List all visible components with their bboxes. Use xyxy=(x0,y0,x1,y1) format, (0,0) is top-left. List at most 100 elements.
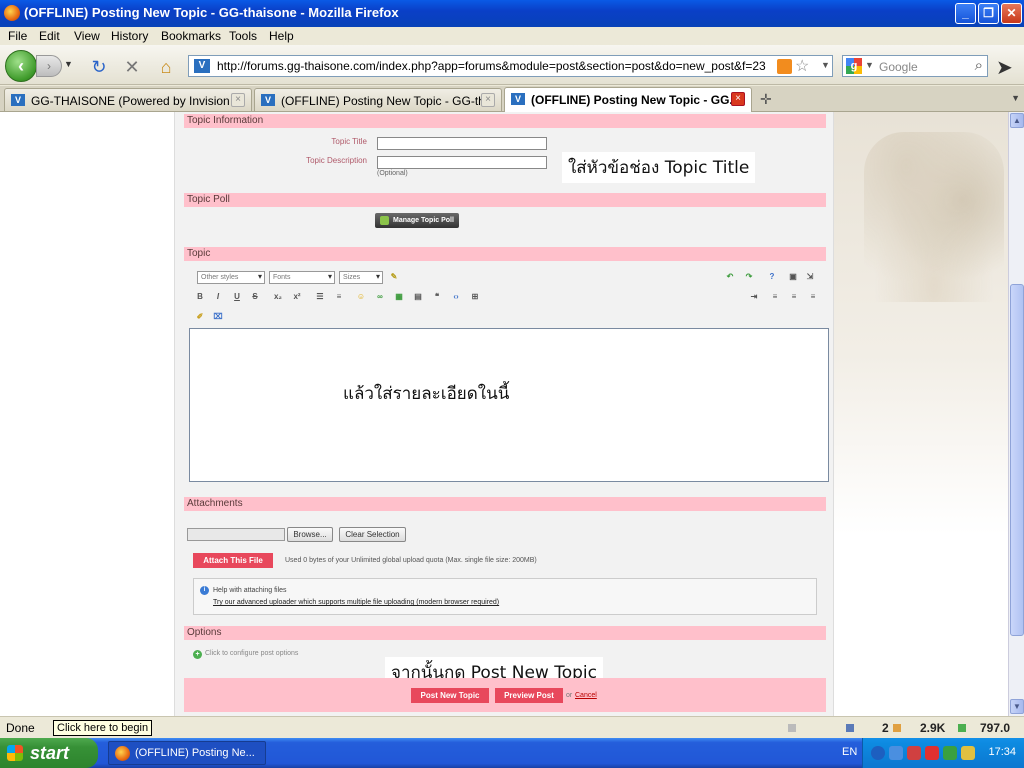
bullet-list-icon[interactable]: ☰ xyxy=(313,290,327,304)
scroll-thumb[interactable] xyxy=(1010,284,1024,636)
tab-close-icon[interactable]: × xyxy=(231,93,245,107)
emoticon-icon[interactable]: ☺ xyxy=(354,290,368,304)
tab-gg-thaisone[interactable]: V GG-THAISONE (Powered by Invision Po...… xyxy=(4,88,252,111)
tray-user-icon[interactable] xyxy=(889,746,903,760)
network-icon[interactable] xyxy=(846,724,854,732)
italic-icon[interactable]: I xyxy=(211,290,225,304)
menu-help[interactable]: Help xyxy=(269,29,294,43)
style-select[interactable]: Other styles xyxy=(197,271,265,284)
topic-description-input[interactable] xyxy=(377,156,547,169)
tray-arrow-icon[interactable] xyxy=(871,746,885,760)
rss-feed-icon[interactable] xyxy=(777,59,792,74)
menu-history[interactable]: History xyxy=(111,29,148,43)
align-left-icon[interactable]: ≡ xyxy=(768,290,782,304)
url-dropdown-icon[interactable]: ▼ xyxy=(821,60,830,70)
status-bar: Done Click here to begin 2 2.9K 797.0 xyxy=(0,716,1024,738)
preview-post-button[interactable]: Preview Post xyxy=(495,688,563,703)
topic-title-label: Topic Title xyxy=(331,137,367,146)
tab-bar: V GG-THAISONE (Powered by Invision Po...… xyxy=(0,86,1024,112)
undo-icon[interactable]: ↶ xyxy=(723,270,737,284)
save-icon[interactable]: ▣ xyxy=(786,270,800,284)
color-pencil-icon[interactable]: ✎ xyxy=(387,270,401,284)
indent-icon[interactable]: ⇥ xyxy=(747,290,761,304)
close-window-button[interactable]: ✕ xyxy=(1001,3,1022,24)
restore-icon[interactable]: ⇲ xyxy=(803,270,817,284)
taskbar-firefox-item[interactable]: (OFFLINE) Posting Ne... xyxy=(108,741,266,765)
stop-icon[interactable]: ✕ xyxy=(121,57,143,77)
configure-options-link[interactable]: Click to configure post options xyxy=(205,650,298,657)
remove-format-icon[interactable]: ⌧ xyxy=(211,310,225,324)
notification-icon[interactable] xyxy=(893,724,901,732)
menu-tools[interactable]: Tools xyxy=(229,29,257,43)
cancel-link[interactable]: Cancel xyxy=(575,692,597,699)
tab-list-dropdown-icon[interactable]: ▼ xyxy=(1011,93,1020,103)
search-box[interactable]: g ▼ Google ⌕ xyxy=(842,55,988,77)
url-text[interactable]: http://forums.gg-thaisone.com/index.php?… xyxy=(217,59,766,73)
back-button[interactable]: ‹ xyxy=(5,50,37,82)
size-select[interactable]: Sizes xyxy=(339,271,383,284)
tray-volume-icon[interactable] xyxy=(961,746,975,760)
superscript-icon[interactable]: x² xyxy=(290,290,304,304)
link-icon[interactable]: ∞ xyxy=(373,290,387,304)
topic-title-input[interactable] xyxy=(377,137,547,150)
subscript-icon[interactable]: x₂ xyxy=(271,290,285,304)
strikethrough-icon[interactable]: S xyxy=(248,290,262,304)
home-icon[interactable]: ⌂ xyxy=(155,57,177,77)
vertical-scrollbar[interactable]: ▲ ▼ xyxy=(1008,112,1024,716)
scroll-up-arrow-icon[interactable]: ▲ xyxy=(1010,113,1024,128)
addon-icon[interactable] xyxy=(788,724,796,732)
start-button[interactable]: start xyxy=(0,738,98,768)
clear-selection-button[interactable]: Clear Selection xyxy=(339,527,406,542)
menu-view[interactable]: View xyxy=(74,29,100,43)
info-icon: i xyxy=(200,586,209,595)
numbered-list-icon[interactable]: ≡ xyxy=(332,290,346,304)
font-select[interactable]: Fonts xyxy=(269,271,335,284)
tab-close-icon[interactable]: × xyxy=(731,92,745,106)
status-text: Done xyxy=(6,721,35,735)
tray-tools-icon[interactable] xyxy=(907,746,921,760)
forward-button[interactable]: › xyxy=(36,55,62,77)
bookmark-star-icon[interactable]: ☆ xyxy=(795,56,809,76)
tab-posting-new-topic-active[interactable]: V (OFFLINE) Posting New Topic - GG... × xyxy=(504,87,752,112)
side-decoration-image xyxy=(834,112,1008,716)
menu-edit[interactable]: Edit xyxy=(39,29,60,43)
tray-network-icon[interactable] xyxy=(943,746,957,760)
code-icon[interactable]: ‹› xyxy=(449,290,463,304)
scroll-down-arrow-icon[interactable]: ▼ xyxy=(1010,699,1024,714)
search-icon[interactable]: ⌕ xyxy=(975,57,983,74)
browse-button[interactable]: Browse... xyxy=(287,527,333,542)
file-path-input[interactable] xyxy=(187,528,285,541)
menu-bookmarks[interactable]: Bookmarks xyxy=(161,29,221,43)
reload-icon[interactable]: ↻ xyxy=(88,57,110,77)
maximize-button[interactable]: ❐ xyxy=(978,3,999,24)
table-icon[interactable]: ⊞ xyxy=(468,290,482,304)
advanced-uploader-link[interactable]: Try our advanced uploader which supports… xyxy=(213,599,499,606)
tab-posting-new-topic-1[interactable]: V (OFFLINE) Posting New Topic - GG-thai.… xyxy=(254,88,502,111)
tab-close-icon[interactable]: × xyxy=(481,93,495,107)
history-dropdown-icon[interactable]: ▼ xyxy=(64,59,73,69)
bold-icon[interactable]: B xyxy=(193,290,207,304)
url-bar[interactable]: V http://forums.gg-thaisone.com/index.ph… xyxy=(188,55,833,77)
quote-icon[interactable]: ❝ xyxy=(430,290,444,304)
image-icon[interactable]: ▦ xyxy=(392,290,406,304)
language-indicator[interactable]: EN xyxy=(842,746,857,758)
left-margin xyxy=(0,112,174,716)
manage-topic-poll-button[interactable]: Manage Topic Poll xyxy=(375,213,459,228)
post-new-topic-button[interactable]: Post New Topic xyxy=(411,688,489,703)
menu-file[interactable]: File xyxy=(8,29,27,43)
align-right-icon[interactable]: ≡ xyxy=(806,290,820,304)
plus-icon[interactable]: + xyxy=(193,650,202,659)
new-tab-icon[interactable]: ✛ xyxy=(760,91,772,108)
attach-file-button[interactable]: Attach This File xyxy=(193,553,273,568)
media-icon[interactable]: ▤ xyxy=(411,290,425,304)
redo-icon[interactable]: ↷ xyxy=(742,270,756,284)
search-engine-dropdown-icon[interactable]: ▼ xyxy=(865,60,874,70)
align-center-icon[interactable]: ≡ xyxy=(787,290,801,304)
special-char-icon[interactable]: ✐ xyxy=(193,310,207,324)
underline-icon[interactable]: U xyxy=(230,290,244,304)
google-icon[interactable]: g xyxy=(846,58,862,74)
tray-shield-icon[interactable] xyxy=(925,746,939,760)
start-tooltip: Click here to begin xyxy=(53,720,153,736)
help-icon[interactable]: ? xyxy=(765,270,779,284)
minimize-button[interactable]: _ xyxy=(955,3,976,24)
